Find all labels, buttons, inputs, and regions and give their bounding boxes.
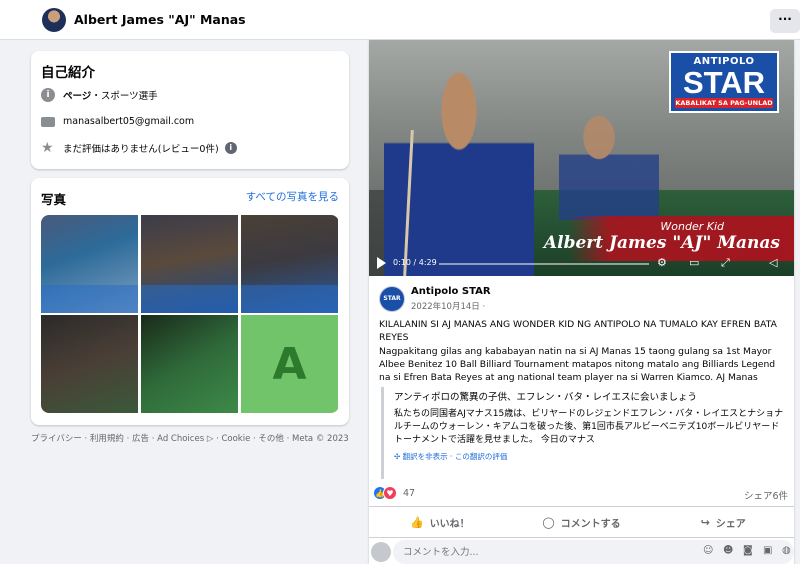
intro-card: 自己紹介 i ページ ・スポーツ選手 manasalbert05@gmail.c… [31,51,349,169]
letter-avatar-tile[interactable]: A [241,315,338,413]
post-date[interactable]: 2022年10月14日 · [411,300,485,312]
intro-category-row: i ページ ・スポーツ選手 [41,88,158,102]
post-actions: 👍 いいね！ ◯ コメントする ↪ シェア [369,508,794,536]
translation-body: 私たちの同国者AJマナス15歳は、ビリヤードのレジェンドエフレン・バタ・レイエス… [394,409,784,445]
video-controls: 0:10 / 4:29 ⚙ ▭ ⤢ ◁ [369,254,794,276]
reactions-summary[interactable]: 👍 ♥ 47 [373,486,415,500]
photo-thumbnail[interactable] [141,315,238,413]
category-value: ・スポーツ選手 [91,91,158,102]
fullscreen-icon[interactable]: ⤢ [721,256,730,270]
comment-icon: ◯ [542,515,555,529]
translation-link-text[interactable]: 翻訳を非表示 · この翻訳の評価 [403,452,508,461]
captions-icon[interactable]: ▭ [689,256,699,269]
reaction-count: 47 [403,487,416,499]
banner-subtitle: Wonder Kid [660,220,724,233]
page-name[interactable]: Antipolo STAR [411,286,491,297]
see-all-photos-link[interactable]: すべての写真を見る [246,189,339,204]
footer-links[interactable]: プライバシー · 利用規約 · 広告 · Ad Choices ▷ · Cook… [31,432,349,444]
rating-text: まだ評価はありません(レビュー0件) [63,144,219,155]
avatar-sticker-icon[interactable]: ◍ [782,545,791,556]
sticker-icon[interactable]: ☺ [703,545,713,556]
email-link[interactable]: manasalbert05@gmail.com [63,116,194,127]
photos-card: 写真 すべての写真を見る A [31,178,349,425]
more-options-button[interactable]: ··· [770,9,800,33]
video-time: 0:10 / 4:29 [393,258,437,267]
intro-rating-row: ★ まだ評価はありません(レビュー0件) i [41,141,237,155]
top-bar: Albert James "AJ" Manas ··· [0,0,800,40]
photo-thumbnail[interactable] [241,215,338,313]
logo-tagline: KABALIKAT SA PAG-UNLAD [675,98,773,108]
profile-name[interactable]: Albert James "AJ" Manas [74,12,246,27]
post-headline: KILALANIN SI AJ MANAS ANG WONDER KID NG … [379,319,777,343]
mute-icon[interactable]: ◁ [769,256,777,269]
like-button[interactable]: 👍 いいね！ [369,508,511,536]
share-count[interactable]: シェア6件 [744,488,788,502]
share-icon: ↪ [700,515,710,529]
settings-icon[interactable]: ⚙ [657,256,667,269]
antipolo-star-logo: ANTIPOLO STAR KABALIKAT SA PAG-UNLAD [669,51,779,113]
banner-name: Albert James "AJ" Manas [543,233,780,253]
post-body: Nagpakitang gilas ang kababayan natin na… [379,346,776,383]
photo-thumbnail[interactable] [141,215,238,313]
thumbs-up-icon: 👍 [409,515,424,529]
star-icon: ★ [41,140,54,156]
comment-input[interactable] [403,544,673,560]
comment-button[interactable]: ◯ コメントする [511,508,653,536]
profile-avatar[interactable] [42,8,66,32]
mail-icon [41,117,55,127]
camera-icon[interactable]: ◙ [743,545,753,556]
divider [369,537,794,538]
photo-grid: A [41,215,339,413]
translation-links[interactable]: ✣ 翻訳を非表示 · この翻訳の評価 [394,451,784,462]
heart-reaction-icon: ♥ [383,486,397,500]
video-progress-bar[interactable] [439,263,649,265]
page-avatar[interactable]: STAR [379,286,405,312]
intro-title: 自己紹介 [41,65,95,81]
commenter-avatar[interactable] [371,542,391,562]
photo-thumbnail[interactable] [41,215,138,313]
comment-label: コメントする [560,518,621,530]
logo-line2: STAR [682,65,766,100]
info-icon: i [41,88,55,102]
video-player[interactable]: ANTIPOLO STAR KABALIKAT SA PAG-UNLAD Won… [369,40,794,276]
post-card: ANTIPOLO STAR KABALIKAT SA PAG-UNLAD Won… [369,40,794,564]
play-icon[interactable] [377,257,386,269]
share-label: シェア [715,518,746,530]
category-label: ページ [63,91,92,102]
divider [369,506,794,507]
photo-thumbnail[interactable] [41,315,138,413]
share-button[interactable]: ↪ シェア [652,508,794,536]
rating-info-icon[interactable]: i [224,142,237,154]
globe-icon: ✣ [394,452,403,461]
like-label: いいね！ [429,518,470,530]
intro-email-row: manasalbert05@gmail.com [41,115,194,127]
video-player-figure [559,110,659,220]
translation-block: アンティポロの驚異の子供、エフレン・バタ・レイエスに会いましょう 私たちの同国者… [381,387,784,479]
gif-icon[interactable]: ▣ [763,545,772,556]
translation-title: アンティポロの驚異の子供、エフレン・バタ・レイエスに会いましょう [394,392,697,403]
emoji-icon[interactable]: ☻ [723,545,733,556]
comment-box[interactable]: ☺ ☻ ◙ ▣ ◍ [393,540,794,564]
photos-title: 写真 [41,192,67,207]
